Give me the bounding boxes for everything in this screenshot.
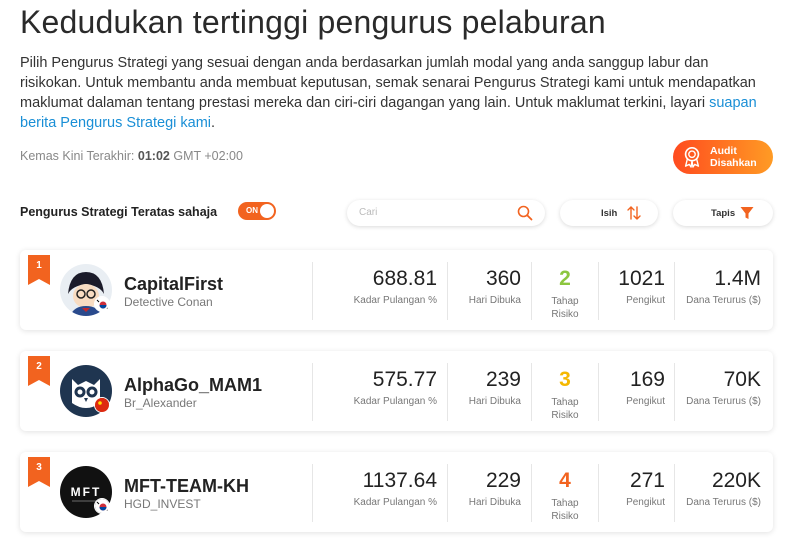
divider (531, 262, 532, 320)
sort-label: Isih (601, 208, 618, 219)
south-korea-flag-icon (94, 296, 110, 312)
description-end: . (211, 115, 216, 131)
risk-label: Tahap Risiko (551, 397, 579, 421)
funds-value: 1.4M (714, 267, 761, 290)
return-label: Kadar Pulangan % (353, 396, 437, 407)
days-value: 229 (485, 469, 521, 492)
days-value: 360 (485, 267, 521, 290)
last-updated-label: Kemas Kini Terakhir: (20, 149, 135, 163)
divider (598, 464, 599, 522)
last-updated-time: 01:02 (137, 149, 170, 163)
return-value: 688.81 (372, 267, 437, 290)
last-updated-timezone: GMT +02:00 (173, 149, 243, 163)
days-label: Hari Dibuka (468, 295, 521, 306)
funds-label: Dana Terurus ($) (686, 497, 761, 508)
divider (598, 262, 599, 320)
toggle-state: ON (246, 206, 258, 215)
funds-label: Dana Terurus ($) (686, 295, 761, 306)
manager-card[interactable]: 1 CapitalFirst Detective Conan 688.81 Ka… (20, 250, 773, 330)
divider (447, 262, 448, 320)
divider (674, 262, 675, 320)
manager-card[interactable]: 3 MFT MFT-TEAM-KH HGD_INVEST 1137.64 Kad… (20, 452, 773, 532)
rank-number: 3 (36, 462, 42, 473)
medal-icon (684, 147, 700, 168)
svg-text:MFT: MFT (71, 485, 102, 499)
manager-name[interactable]: MFT-TEAM-KH (124, 476, 249, 497)
sort-button[interactable]: Isih (560, 200, 658, 226)
return-value: 575.77 (372, 368, 437, 391)
divider (674, 363, 675, 421)
manager-name[interactable]: AlphaGo_MAM1 (124, 375, 262, 396)
divider (531, 363, 532, 421)
return-label: Kadar Pulangan % (353, 295, 437, 306)
rank-number: 1 (36, 260, 42, 271)
description-text: Pilih Pengurus Strategi yang sesuai deng… (20, 55, 756, 111)
risk-value: 2 (559, 267, 571, 290)
audit-label-line1: Audit (710, 145, 737, 157)
page-title: Kedudukan tertinggi pengurus pelaburan (20, 4, 606, 40)
manager-handle: Detective Conan (124, 295, 213, 309)
filter-label: Tapis (711, 208, 736, 219)
risk-value: 3 (559, 368, 571, 391)
days-value: 239 (485, 368, 521, 391)
manager-card[interactable]: 2 AlphaGo_MAM1 Br_Alexander 575.77 Kadar… (20, 351, 773, 431)
followers-label: Pengikut (626, 295, 665, 306)
audit-verified-button[interactable]: Audit Disahkan (673, 140, 773, 174)
days-label: Hari Dibuka (468, 497, 521, 508)
south-korea-flag-icon (94, 498, 110, 514)
audit-label-line2: Disahkan (710, 157, 757, 169)
funds-value: 70K (723, 368, 761, 391)
followers-label: Pengikut (626, 497, 665, 508)
divider (312, 464, 313, 522)
manager-handle: Br_Alexander (124, 396, 197, 410)
manager-handle: HGD_INVEST (124, 497, 201, 511)
manager-name[interactable]: CapitalFirst (124, 274, 223, 295)
rank-number: 2 (36, 361, 42, 372)
followers-label: Pengikut (626, 396, 665, 407)
divider (312, 262, 313, 320)
sort-arrows-icon (627, 206, 641, 220)
search-icon[interactable] (517, 205, 533, 221)
return-label: Kadar Pulangan % (353, 497, 437, 508)
risk-label: Tahap Risiko (551, 296, 579, 320)
followers-value: 1021 (618, 267, 665, 290)
followers-value: 169 (629, 368, 665, 391)
risk-label: Tahap Risiko (551, 498, 579, 522)
return-value: 1137.64 (362, 469, 437, 492)
divider (447, 464, 448, 522)
search-input[interactable]: Cari (347, 200, 545, 226)
days-label: Hari Dibuka (468, 396, 521, 407)
top-managers-toggle[interactable]: ON (238, 202, 276, 220)
funds-label: Dana Terurus ($) (686, 396, 761, 407)
last-updated: Kemas Kini Terakhir: 01:02 GMT +02:00 (20, 149, 243, 163)
filter-bar: Pengurus Strategi Teratas sahaja ON Cari… (20, 200, 773, 228)
funnel-icon (740, 207, 754, 219)
divider (312, 363, 313, 421)
china-flag-icon (94, 397, 110, 413)
divider (674, 464, 675, 522)
divider (531, 464, 532, 522)
page-description: Pilih Pengurus Strategi yang sesuai deng… (20, 53, 770, 133)
top-managers-toggle-label: Pengurus Strategi Teratas sahaja (20, 205, 218, 219)
search-placeholder: Cari (359, 207, 378, 218)
divider (447, 363, 448, 421)
filter-button[interactable]: Tapis (673, 200, 773, 226)
followers-value: 271 (629, 469, 665, 492)
risk-value: 4 (559, 469, 571, 492)
funds-value: 220K (711, 469, 761, 492)
toggle-knob (260, 204, 274, 218)
divider (598, 363, 599, 421)
